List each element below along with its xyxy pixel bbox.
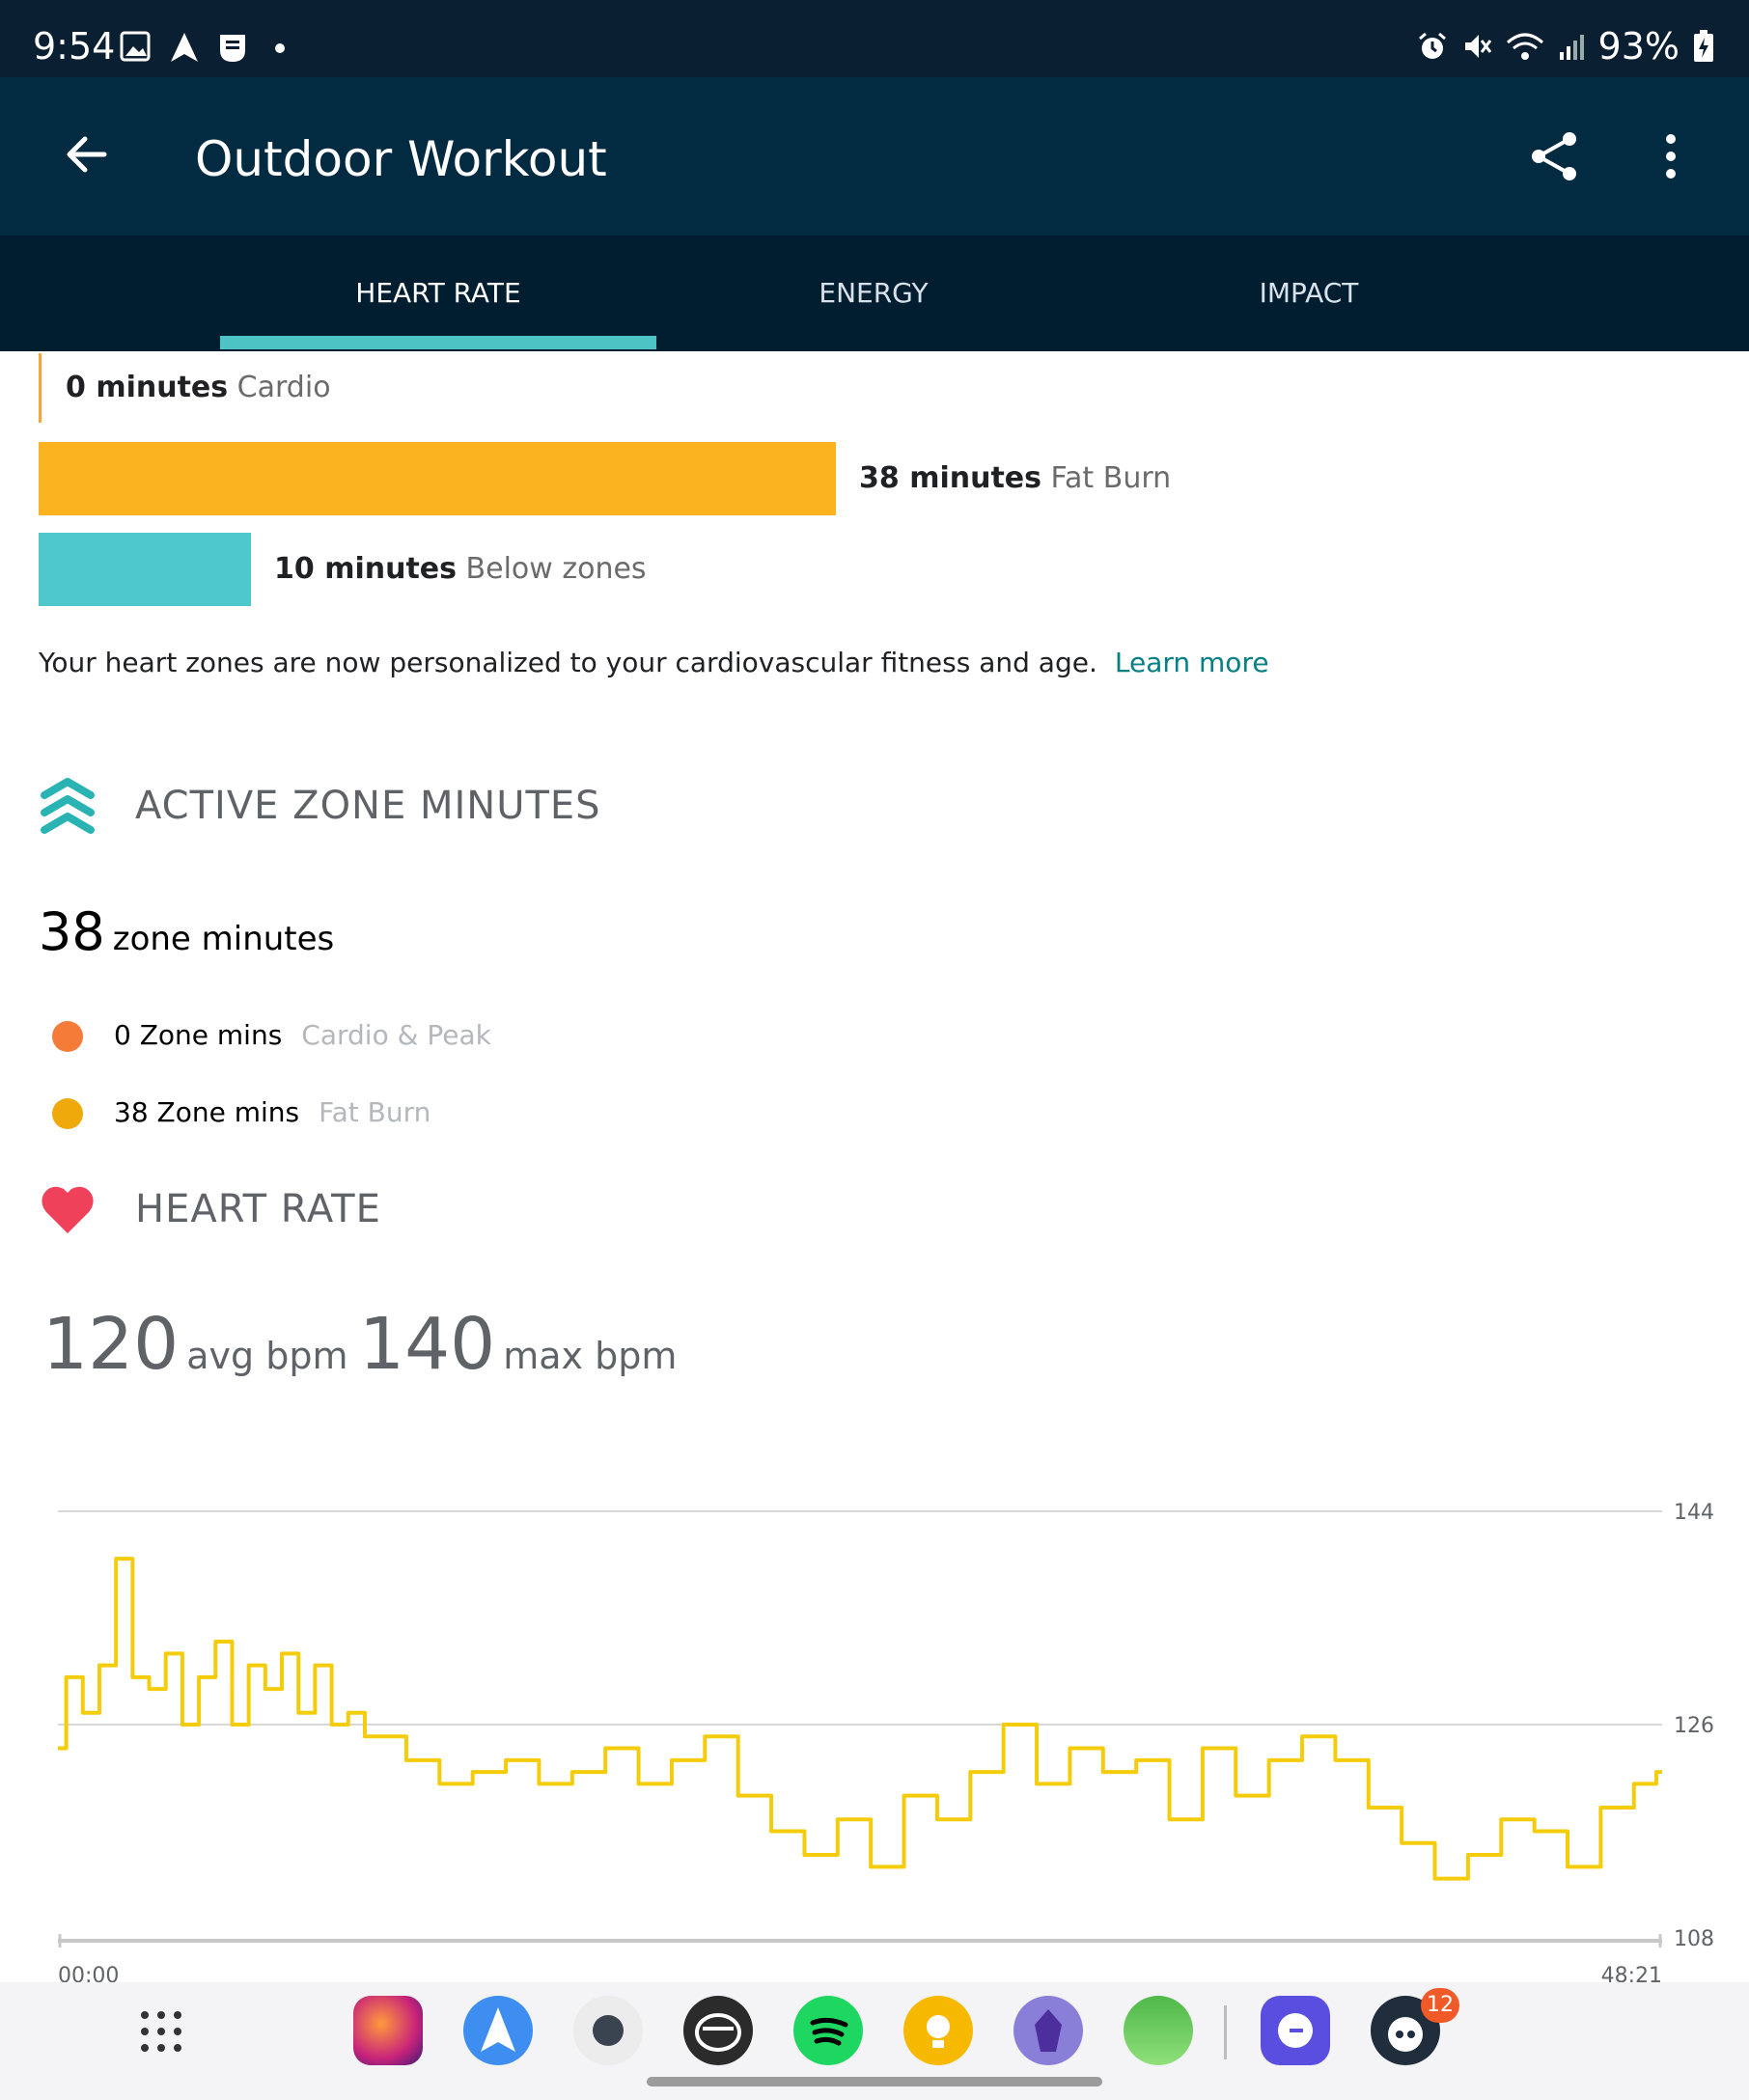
learn-more-link[interactable]: Learn more: [1115, 647, 1269, 678]
below-zones-bar: [39, 533, 251, 606]
keep-notes-icon[interactable]: [903, 1996, 973, 2065]
firefox-beta-icon[interactable]: [353, 1996, 423, 2065]
status-right: 93%: [1417, 25, 1714, 68]
active-zone-minutes-icon: [41, 778, 95, 834]
share-icon[interactable]: [1525, 127, 1583, 185]
app-bar: Outdoor Workout: [0, 77, 1749, 235]
below-zones-name: Below zones: [465, 552, 647, 586]
below-zones-label: 10 minutes Below zones: [274, 552, 647, 586]
y-tick-126: 126: [1674, 1714, 1714, 1738]
cardio-zone-label: 0 minutes Cardio: [66, 371, 331, 404]
spotify-icon[interactable]: [793, 1996, 863, 2065]
personalized-zones-note: Your heart zones are now personalized to…: [39, 647, 1269, 678]
navigation-icon: [171, 33, 198, 62]
cardio-zone-name: Cardio: [236, 371, 331, 404]
tab-bar: HEART RATE ENERGY IMPACT: [0, 235, 1749, 351]
status-time: 9:54: [33, 25, 116, 68]
maps-app-icon[interactable]: [1124, 1996, 1193, 2065]
obsidian-icon[interactable]: [1013, 1996, 1083, 2065]
heart-rate-title: HEART RATE: [135, 1187, 381, 1231]
selected-tab-indicator: [220, 336, 656, 349]
signal-app-icon[interactable]: [1261, 1996, 1330, 2065]
tab-impact[interactable]: IMPACT: [1091, 235, 1527, 351]
avg-bpm-unit: avg bpm: [186, 1335, 348, 1377]
max-bpm-stat: 140 max bpm: [359, 1303, 677, 1386]
tab-energy[interactable]: ENERGY: [655, 235, 1092, 351]
cardio-peak-zone-name: Cardio & Peak: [301, 1019, 491, 1051]
active-zone-minutes-title: ACTIVE ZONE MINUTES: [135, 784, 601, 828]
fat-burn-zone-name: Fat Burn: [319, 1096, 431, 1128]
cardio-zone-bar: [39, 353, 42, 423]
chart-y-ticks: 144 126 108: [1674, 1501, 1714, 1951]
y-tick-108: 108: [1674, 1927, 1714, 1951]
heart-icon: [42, 1186, 94, 1233]
dock-divider: [1224, 2005, 1227, 2059]
avg-bpm-stat: 120 avg bpm: [42, 1303, 347, 1386]
cardio-peak-dot-icon: [52, 1021, 83, 1052]
mute-icon: [1464, 35, 1491, 58]
zone-minutes-total-unit: zone minutes: [112, 920, 335, 958]
home-indicator[interactable]: [647, 2077, 1102, 2086]
gallery-icon: [120, 31, 151, 62]
fat-burn-zone-name: Fat Burn: [1050, 461, 1172, 495]
zone-minutes-total-value: 38: [39, 901, 105, 962]
y-tick-144: 144: [1674, 1501, 1714, 1525]
wifi-icon: [1506, 33, 1543, 60]
max-bpm-value: 140: [359, 1303, 496, 1386]
battery-charging-icon: [1694, 30, 1713, 62]
notification-app-icon: [220, 35, 245, 62]
battery-percent: 93%: [1597, 25, 1680, 68]
chef-app-icon[interactable]: [683, 1996, 753, 2065]
notification-badge: 12: [1421, 1988, 1459, 2023]
fat-burn-dot-icon: [52, 1098, 83, 1129]
legend-cardio-peak: 0 Zone mins Cardio & Peak: [52, 1019, 491, 1052]
fat-burn-zone-bar: [39, 442, 836, 515]
avg-bpm-value: 120: [42, 1303, 180, 1386]
heart-rate-chart: 144126108 00:00 48:21: [58, 1501, 1714, 1988]
page-title: Outdoor Workout: [195, 131, 607, 187]
alarm-icon: [1418, 32, 1446, 59]
more-notifications-dot-icon: [275, 43, 285, 53]
fat-burn-zone-label: 38 minutes Fat Burn: [859, 461, 1171, 495]
personalized-zones-text: Your heart zones are now personalized to…: [39, 647, 1097, 678]
legend-fat-burn: 38 Zone mins Fat Burn: [52, 1096, 430, 1129]
heart-rate-line: [58, 1557, 1662, 1881]
cardio-peak-zone-mins: 0 Zone mins: [114, 1019, 283, 1051]
camera-icon[interactable]: [573, 1996, 643, 2065]
status-bar: 9:54 93%: [0, 0, 1749, 77]
app-drawer-icon[interactable]: [139, 2009, 183, 2054]
signal-icon: [1559, 35, 1584, 60]
spark-mail-icon[interactable]: [463, 1996, 533, 2065]
fat-burn-zone-mins: 38 Zone mins: [114, 1096, 300, 1128]
back-arrow-icon[interactable]: [58, 125, 116, 183]
below-zones-value: 10 minutes: [274, 552, 457, 586]
cardio-zone-value: 0 minutes: [66, 371, 229, 404]
more-options-icon[interactable]: [1647, 127, 1695, 185]
tab-heart-rate[interactable]: HEART RATE: [220, 235, 656, 351]
fat-burn-zone-value: 38 minutes: [859, 461, 1041, 495]
max-bpm-unit: max bpm: [503, 1335, 678, 1377]
zone-minutes-total: 38 zone minutes: [39, 901, 334, 962]
